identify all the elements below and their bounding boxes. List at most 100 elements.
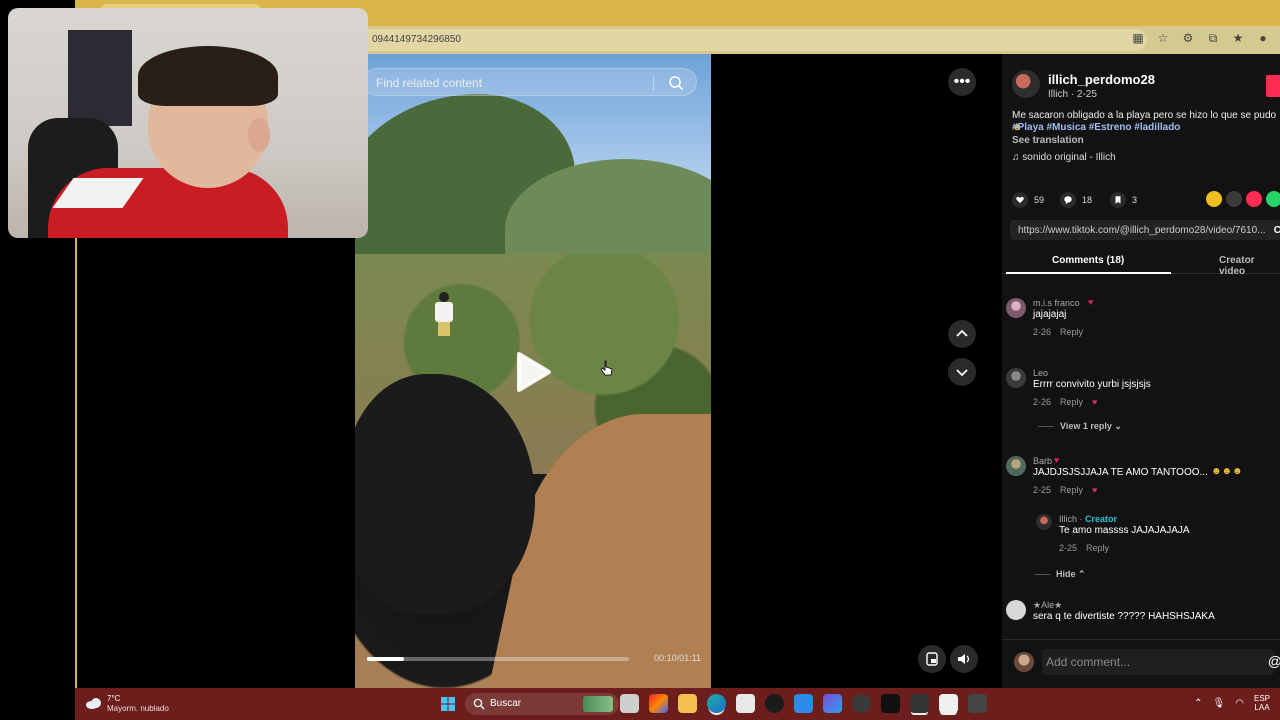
copilot-icon[interactable]: [649, 694, 668, 713]
edge-browser-icon[interactable]: [707, 694, 726, 713]
commenter-name[interactable]: Leo: [1033, 368, 1048, 378]
wall-poster: [68, 30, 132, 126]
search-divider: [653, 75, 654, 91]
weather-temperature: 7°C: [107, 694, 121, 703]
task-view-icon[interactable]: [620, 694, 639, 713]
microphone-icon[interactable]: 🎙: [1213, 698, 1226, 709]
reply-button[interactable]: Reply: [1060, 485, 1083, 495]
send-icon[interactable]: [1246, 191, 1262, 207]
commenter-name[interactable]: Barb: [1033, 456, 1052, 466]
music-note-icon: ♫: [1012, 152, 1020, 163]
bookmark-icon: [1110, 192, 1126, 208]
save-action[interactable]: 3: [1110, 190, 1137, 210]
windows-start-icon[interactable]: [441, 697, 455, 711]
coin-icon[interactable]: [1206, 191, 1222, 207]
commenter-avatar[interactable]: [1006, 456, 1026, 476]
next-video-button[interactable]: [948, 358, 976, 386]
system-tray: ⌃ 🎙 ◠ ESP LAA: [1194, 694, 1270, 712]
previous-video-button[interactable]: [948, 320, 976, 348]
hide-replies-button[interactable]: Hide ⌃: [1034, 569, 1086, 580]
input-language[interactable]: ESP LAA: [1254, 694, 1270, 712]
video-player[interactable]: 00:10/01:11: [355, 54, 711, 688]
commenter-avatar[interactable]: [1006, 368, 1026, 388]
favorite-star-icon[interactable]: ☆: [1156, 31, 1170, 45]
save-count: 3: [1132, 195, 1138, 205]
tab-creator-videos[interactable]: Creator video: [1219, 255, 1280, 277]
find-related-input[interactable]: [376, 75, 646, 91]
more-options-button[interactable]: •••: [948, 68, 976, 96]
m365-icon[interactable]: [823, 694, 842, 713]
see-translation-link[interactable]: See translation: [1012, 135, 1084, 146]
comment-date: 2-25: [1059, 543, 1078, 553]
follow-button[interactable]: [1266, 75, 1280, 97]
search-icon[interactable]: [668, 75, 684, 91]
comment-text: Errrr convivito yurbi jsjsjsjs: [1033, 379, 1151, 390]
video-progress-bar[interactable]: [367, 657, 629, 661]
commenter-avatar[interactable]: [1006, 298, 1026, 318]
author-name[interactable]: illich_perdomo28: [1048, 72, 1155, 87]
commenter-name[interactable]: Illich · Creator: [1059, 514, 1117, 524]
address-bar[interactable]: 0944149734296850: [357, 29, 1147, 51]
embed-icon[interactable]: [1226, 191, 1242, 207]
chevron-down-icon: [956, 369, 968, 377]
play-icon[interactable]: [513, 350, 553, 394]
reply-button[interactable]: Reply: [1060, 397, 1083, 407]
creator-liked-icon: ♥: [1092, 397, 1098, 407]
view-replies-button[interactable]: View 1 reply ⌄: [1038, 421, 1122, 432]
mail-icon[interactable]: [794, 694, 813, 713]
reader-icon[interactable]: ▦: [1131, 31, 1145, 45]
url-text: 0944149734296850: [372, 34, 461, 45]
tiktok-icon[interactable]: [881, 694, 900, 713]
split-screen-icon[interactable]: ⧉: [1206, 31, 1220, 45]
wifi-icon[interactable]: ◠: [1235, 698, 1244, 709]
video-time: 00:10/01:11: [654, 653, 701, 663]
reply-button[interactable]: Reply: [1086, 543, 1109, 553]
taskbar-apps: [620, 694, 987, 713]
store-icon[interactable]: [736, 694, 755, 713]
taskbar-search[interactable]: Buscar: [465, 693, 619, 715]
capture-icon[interactable]: [968, 694, 987, 713]
taskbar-search-label: Buscar: [490, 698, 522, 709]
epic-games-icon[interactable]: [910, 694, 929, 713]
streamer-hair: [138, 46, 278, 106]
sound-info[interactable]: ♫ sonido original - Illich: [1012, 152, 1116, 163]
reply-button[interactable]: Reply: [1060, 327, 1083, 337]
video-link-box[interactable]: https://www.tiktok.com/@illich_perdomo28…: [1010, 220, 1280, 240]
comment-text: sera q te divertiste ????? HAHSHSJAKA: [1033, 611, 1215, 622]
volume-button[interactable]: [950, 645, 978, 673]
like-action[interactable]: 59: [1012, 190, 1044, 210]
notepad-icon[interactable]: [939, 694, 958, 713]
copy-link-button[interactable]: C: [1274, 225, 1280, 236]
screen: 0944149734296850 ▦ ☆ ⚙ ⧉ ★ ● Find relate…: [0, 0, 1280, 720]
video-progress-fill: [367, 657, 404, 661]
tab-comments[interactable]: Comments (18): [1052, 255, 1124, 266]
find-related-search[interactable]: [363, 68, 697, 96]
comment-item: Leo Errrr convivito yurbi jsjsjsjs 2-26 …: [1006, 368, 1280, 434]
mention-icon[interactable]: @: [1268, 653, 1280, 669]
file-explorer-icon[interactable]: [678, 694, 697, 713]
author-avatar[interactable]: [1012, 70, 1040, 98]
comment-date: 2-26: [1033, 397, 1052, 407]
heart-emoji-icon: ♥: [1054, 455, 1060, 465]
obs-icon[interactable]: [852, 694, 871, 713]
commenter-name[interactable]: ★Ale★: [1033, 600, 1062, 611]
creator-avatar[interactable]: [1036, 514, 1052, 530]
add-comment-input[interactable]: [1042, 649, 1274, 675]
caption-text: Me sacaron obligado a la playa pero se h…: [1012, 110, 1277, 121]
commenter-avatar[interactable]: [1006, 600, 1026, 620]
whatsapp-icon[interactable]: [1266, 191, 1280, 207]
show-hidden-icons[interactable]: ⌃: [1194, 698, 1202, 709]
floating-player-button[interactable]: [918, 645, 946, 673]
current-user-avatar: [1014, 652, 1034, 672]
alienware-icon[interactable]: [765, 694, 784, 713]
creator-tag: Creator: [1085, 514, 1118, 524]
comment-text: JAJDJSJSJJAJA TE AMO TANTOOO...: [1033, 467, 1208, 478]
author-meta: Illich · 2-25: [1048, 89, 1097, 100]
commenter-name[interactable]: m.i.s franco: [1033, 298, 1080, 308]
post-hashtags[interactable]: #Playa #Musica #Estreno #ladillado: [1012, 122, 1180, 133]
extensions-icon[interactable]: ⚙: [1181, 31, 1195, 45]
favorites-icon[interactable]: ★: [1231, 31, 1245, 45]
creator-liked-icon: ♥: [1092, 485, 1098, 495]
comment-action[interactable]: 18: [1060, 190, 1092, 210]
profile-icon[interactable]: ●: [1256, 31, 1270, 45]
